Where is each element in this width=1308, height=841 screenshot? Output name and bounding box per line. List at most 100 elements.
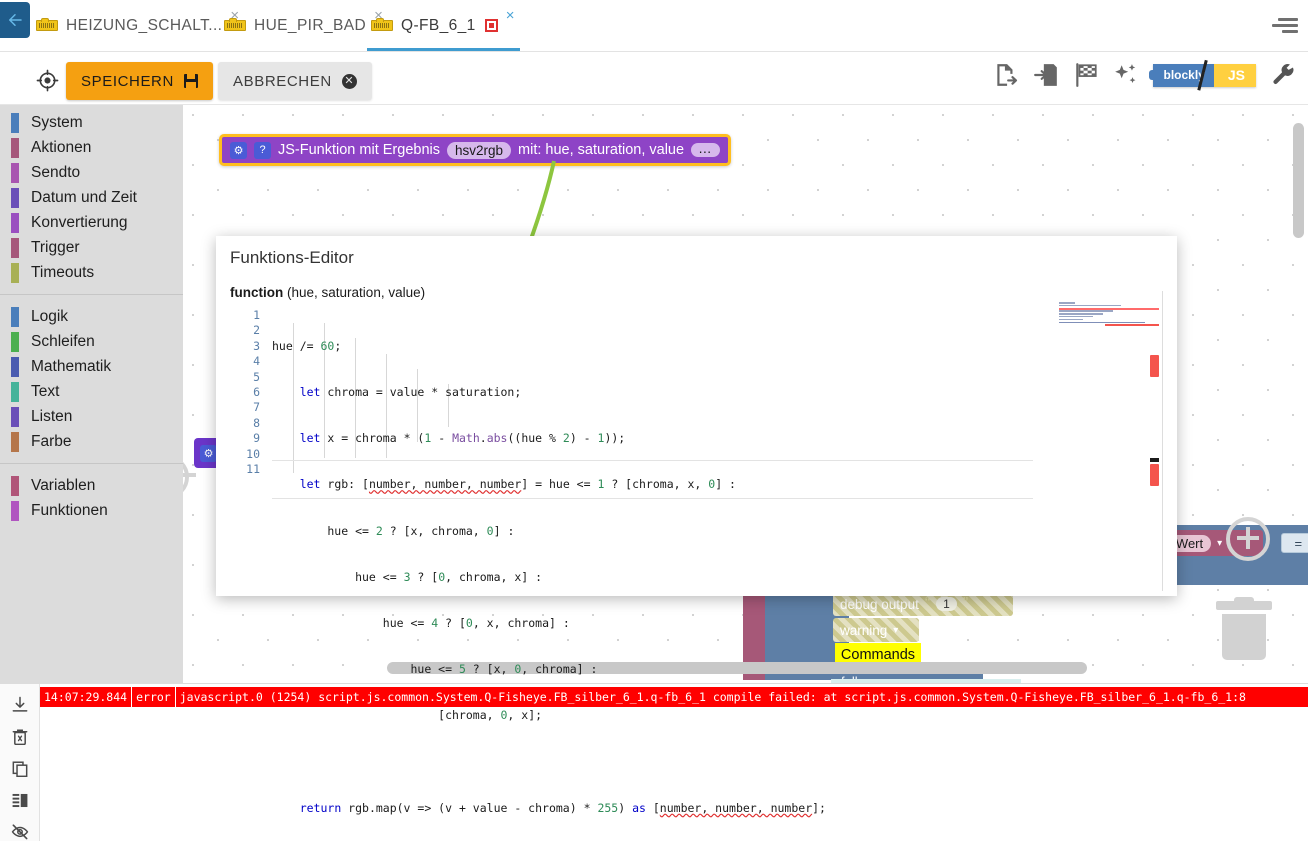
checkered-flag-icon[interactable] xyxy=(1073,62,1099,88)
toggle-js-label: JS xyxy=(1213,63,1256,87)
toolbox-divider xyxy=(0,463,183,464)
code-line-7: hue <= 4 ? [0, x, chroma] : xyxy=(272,616,570,631)
tab-close-icon[interactable]: × xyxy=(506,8,515,23)
zoom-center-icon[interactable] xyxy=(183,455,196,499)
app-root: HEIZUNG_SCHALT... × HUE_PIR_BAD × Q-FB_6… xyxy=(0,0,1308,841)
code-line-6: hue <= 3 ? [0, chroma, x] : xyxy=(272,569,543,584)
tab-heizung-schalt[interactable]: HEIZUNG_SCHALT... × xyxy=(30,0,247,51)
toolbox-category-datum-und-zeit[interactable]: Datum und Zeit xyxy=(0,185,183,210)
line-number: 9 xyxy=(253,431,260,446)
code-line-3: let x = chroma * (1 - Math.abs((hue % 2)… xyxy=(299,431,626,446)
toolbox-category-aktionen[interactable]: Aktionen xyxy=(0,135,183,160)
category-label: Timeouts xyxy=(31,263,95,281)
chevron-down-icon: ▾ xyxy=(1217,537,1223,549)
code-line-1: hue /= 60; xyxy=(272,338,342,353)
category-label: Text xyxy=(31,382,60,400)
toolbox-category-text[interactable]: Text xyxy=(0,379,183,404)
blockly-toolbox: System Aktionen Sendto Datum und Zeit Ko… xyxy=(0,105,183,683)
error-marker[interactable] xyxy=(1150,355,1159,377)
code-separator xyxy=(272,498,1033,499)
toolbox-category-mathematik[interactable]: Mathematik xyxy=(0,354,183,379)
question-mark-icon[interactable]: ? xyxy=(254,141,271,159)
hide-eye-icon[interactable] xyxy=(9,823,31,841)
trashcan-icon[interactable] xyxy=(1216,597,1272,663)
layout-icon[interactable] xyxy=(9,791,31,809)
block-text-before: JS-Funktion mit Ergebnis xyxy=(278,142,440,158)
back-button[interactable] xyxy=(0,2,30,38)
category-label: Datum und Zeit xyxy=(31,188,137,206)
gear-icon[interactable]: ⚙ xyxy=(200,444,217,462)
category-label: Logik xyxy=(31,307,69,325)
sparkles-icon[interactable] xyxy=(1113,62,1139,88)
category-color-swatch xyxy=(11,500,19,521)
export-file-icon[interactable] xyxy=(993,62,1019,88)
code-editor[interactable]: 1 2 3 4 5 6 7 8 9 10 11 hue /= 60; let c… xyxy=(230,308,1163,815)
code-line-4: let rgb: [number, number, number] = hue … xyxy=(299,477,736,492)
tab-label: HEIZUNG_SCHALT... xyxy=(66,16,223,34)
save-button[interactable]: SPEICHERN xyxy=(66,62,213,100)
code-minimap[interactable] xyxy=(1059,302,1159,332)
code-separator xyxy=(272,460,1033,461)
line-number: 8 xyxy=(253,415,260,430)
canvas-vertical-scrollbar[interactable] xyxy=(1293,123,1304,238)
toolbox-category-schleifen[interactable]: Schleifen xyxy=(0,329,183,354)
toolbox-category-timeouts[interactable]: Timeouts xyxy=(0,260,183,285)
floppy-disk-icon xyxy=(183,74,198,88)
code-line-8: hue <= 5 ? [x, 0, chroma] : xyxy=(272,662,598,677)
toolbox-category-listen[interactable]: Listen xyxy=(0,404,183,429)
toolbox-category-variablen[interactable]: Variablen xyxy=(0,473,183,498)
zoom-in-icon[interactable] xyxy=(1226,517,1270,561)
tab-label: Q-FB_6_1 xyxy=(401,16,476,34)
block-text-middle: mit: hue, saturation, value xyxy=(518,142,685,158)
js-function-block[interactable]: ⚙ ? JS-Funktion mit Ergebnis hsv2rgb mit… xyxy=(219,134,731,166)
cancel-button[interactable]: ABBRECHEN ✕ xyxy=(218,62,372,100)
log-timestamp: 14:07:29.844 xyxy=(44,690,128,704)
tab-q-fb-6-1[interactable]: Q-FB_6_1 × xyxy=(365,0,522,51)
category-label: Sendto xyxy=(31,163,81,181)
category-color-swatch xyxy=(11,137,19,158)
line-number: 1 xyxy=(253,308,260,322)
code-text[interactable]: hue /= 60; let chroma = value * saturati… xyxy=(272,308,1163,841)
cursor-marker xyxy=(1150,458,1159,462)
line-number: 10 xyxy=(246,446,260,461)
crosshair-target-icon[interactable] xyxy=(36,69,59,92)
category-color-swatch xyxy=(11,112,19,133)
category-label: Variablen xyxy=(31,476,96,494)
category-color-swatch xyxy=(11,431,19,452)
download-icon[interactable] xyxy=(9,696,31,714)
close-circle-icon: ✕ xyxy=(341,73,357,89)
toolbox-category-sendto[interactable]: Sendto xyxy=(0,160,183,185)
save-label: SPEICHERN xyxy=(81,72,174,90)
import-file-icon[interactable] xyxy=(1033,62,1059,88)
category-color-swatch xyxy=(11,356,19,377)
block-more-field[interactable]: … xyxy=(691,142,720,157)
gear-icon[interactable]: ⚙ xyxy=(230,141,247,159)
category-color-swatch xyxy=(11,475,19,496)
blockly-js-toggle[interactable]: blockly JS xyxy=(1148,59,1256,91)
toolbox-category-farbe[interactable]: Farbe xyxy=(0,429,183,454)
toolbox-category-trigger[interactable]: Trigger xyxy=(0,235,183,260)
blockly-icon xyxy=(36,18,58,31)
code-line-2: let chroma = value * saturation; xyxy=(299,385,522,400)
delete-icon[interactable] xyxy=(9,728,31,746)
toolbox-category-system[interactable]: System xyxy=(0,110,183,135)
category-color-swatch xyxy=(11,162,19,183)
category-color-swatch xyxy=(11,187,19,208)
back-arrow-icon xyxy=(9,14,22,26)
line-number: 6 xyxy=(253,385,260,400)
category-label: Farbe xyxy=(31,432,72,450)
error-marker[interactable] xyxy=(1150,464,1159,486)
dialog-title: Funktions-Editor xyxy=(230,248,354,267)
sort-lines-icon[interactable] xyxy=(1270,14,1298,36)
signature-params: (hue, saturation, value) xyxy=(287,285,426,300)
toolbox-category-logik[interactable]: Logik xyxy=(0,304,183,329)
function-signature: function (hue, saturation, value) xyxy=(230,285,425,300)
line-number: 11 xyxy=(246,462,260,477)
function-editor-dialog: Funktions-Editor function (hue, saturati… xyxy=(216,236,1177,815)
ghost-block-equals-dropdown[interactable]: = ▾ xyxy=(1281,533,1308,553)
toolbox-category-konvertierung[interactable]: Konvertierung xyxy=(0,210,183,235)
copy-icon[interactable] xyxy=(9,760,31,778)
wrench-icon[interactable] xyxy=(1270,62,1296,88)
function-name-field[interactable]: hsv2rgb xyxy=(446,141,512,159)
toolbox-category-funktionen[interactable]: Funktionen xyxy=(0,498,183,523)
